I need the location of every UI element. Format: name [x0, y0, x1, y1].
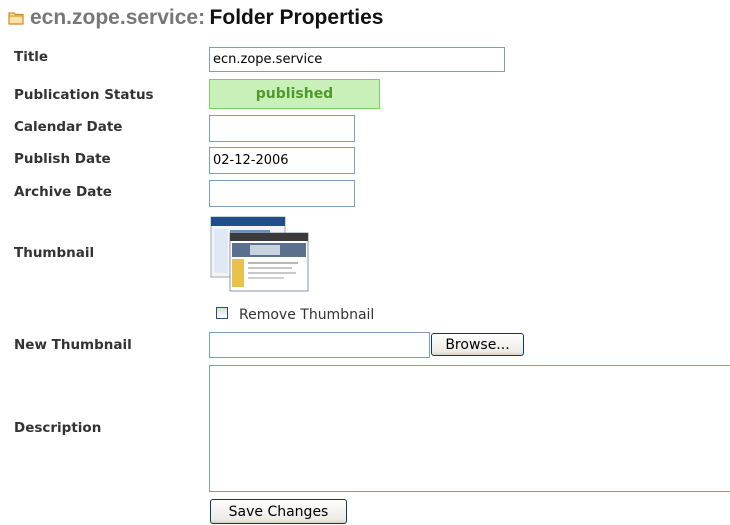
- description-textarea[interactable]: [209, 365, 730, 492]
- browse-button[interactable]: Browse...: [431, 333, 524, 356]
- remove-thumbnail-label: Remove Thumbnail: [239, 307, 375, 323]
- thumbnail-image: [210, 216, 309, 292]
- publication-status-label: Publication Status: [14, 87, 154, 103]
- archive-date-label: Archive Date: [14, 184, 112, 200]
- publication-status-badge[interactable]: published: [209, 79, 380, 109]
- page-header: ecn.zope.service: Folder Properties: [8, 4, 383, 32]
- title-input[interactable]: [209, 47, 505, 72]
- folder-icon: [8, 12, 24, 25]
- calendar-date-input[interactable]: [209, 115, 355, 142]
- thumbnail-label: Thumbnail: [14, 245, 95, 261]
- site-name: ecn.zope.service:: [30, 6, 206, 29]
- new-thumbnail-file-input[interactable]: [209, 332, 430, 358]
- archive-date-input[interactable]: [209, 180, 355, 207]
- publish-date-label: Publish Date: [14, 151, 111, 167]
- save-changes-button[interactable]: Save Changes: [210, 499, 347, 524]
- page-title: Folder Properties: [209, 6, 384, 29]
- title-label: Title: [14, 49, 49, 65]
- publish-date-input[interactable]: [209, 147, 355, 174]
- remove-thumbnail-checkbox[interactable]: [216, 307, 228, 319]
- calendar-date-label: Calendar Date: [14, 119, 123, 135]
- description-label: Description: [14, 420, 102, 436]
- new-thumbnail-label: New Thumbnail: [14, 337, 132, 353]
